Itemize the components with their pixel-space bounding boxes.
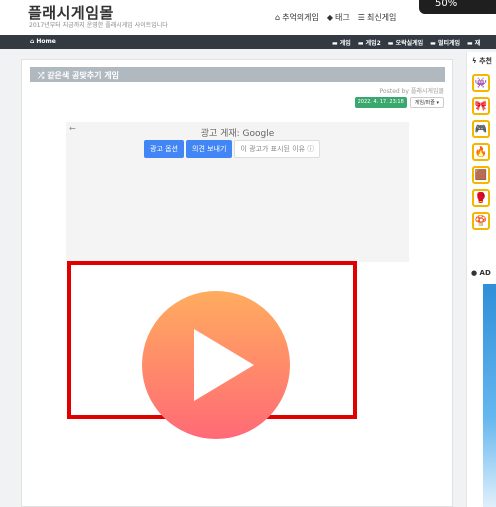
gamepad-game-icon[interactable]: 🎮 [472, 120, 490, 138]
mario-game-icon[interactable]: 🍄 [472, 212, 490, 230]
posted-by: Posted by 플래시게임몰 [379, 88, 444, 95]
sidebar-ad-heading: ● AD [471, 269, 491, 277]
nav-item-classic[interactable]: ⌂ 추억의게임 [275, 12, 319, 23]
pacman-game-icon[interactable]: 👾 [472, 74, 490, 92]
list-icon: ☰ [357, 13, 365, 22]
category-select[interactable]: 게임/퍼즐 ▾ [409, 97, 444, 108]
folder-icon: ▬ [387, 40, 396, 47]
folder-icon: ▬ [332, 40, 340, 47]
site-subtitle: 2017년부터 지금까지 운영한 플래시게임 사이트입니다 [29, 22, 168, 29]
fighter-game-icon[interactable]: 🥊 [472, 189, 490, 207]
post-title[interactable]: ⤮ 같은색 공맞추기 게임 [30, 67, 445, 82]
chat-icon: ● [471, 269, 480, 277]
play-button[interactable] [142, 291, 290, 439]
top-nav: ⌂ 추억의게임 ◆ 태그 ☰ 최신게임 [275, 12, 396, 23]
ad-options-button[interactable]: 광고 옵션 [144, 140, 184, 158]
minecraft-game-icon[interactable]: 🟫 [472, 166, 490, 184]
sidebar-ad-image[interactable] [483, 284, 496, 507]
menu-home[interactable]: ⌂ Home [30, 38, 56, 45]
category-menubar: ⌂ Home ▬ 게임 ▬ 게임2 ▬ 오락실게임 ▬ 멀티게임 ▬ 재 [0, 35, 496, 49]
folder-icon: ▬ [467, 40, 475, 47]
tag-icon: ◆ [326, 13, 334, 22]
ad-label: 광고 게재: Google [200, 129, 275, 139]
home-icon: ⌂ [275, 13, 281, 22]
menu-item[interactable]: ▬ 게임2 [358, 38, 381, 47]
nav-item-latest[interactable]: ☰ 최신게임 [358, 12, 397, 23]
menu-item[interactable]: ▬ 재 [467, 38, 480, 47]
folder-icon: ▬ [357, 40, 366, 47]
cute-game-icon[interactable]: 🎀 [472, 97, 490, 115]
post-meta: 2022. 4. 17. 23:18 게임/퍼즐 ▾ [354, 97, 444, 108]
ad-why-button[interactable]: 이 광고가 표시된 이유 ⓘ [234, 140, 321, 158]
fire-water-game-icon[interactable]: 🔥 [472, 143, 490, 161]
folder-icon: ▬ [430, 40, 438, 47]
menu-item[interactable]: ▬ 게임 [332, 38, 351, 47]
ad-buttons: 광고 옵션 의견 보내기 이 광고가 표시된 이유 ⓘ [144, 140, 321, 158]
google-ad: ← 광고 게재: Google 광고 옵션 의견 보내기 이 광고가 표시된 이… [66, 122, 409, 262]
play-icon [194, 329, 254, 401]
sidebar-ad: ● AD [466, 266, 496, 507]
chevron-down-icon: ▾ [436, 100, 439, 106]
recommended-games: 👾 🎀 🎮 🔥 🟫 🥊 🍄 [472, 74, 490, 230]
nav-item-tags[interactable]: ◆ 태그 [327, 12, 350, 23]
menu-item[interactable]: ▬ 멀티게임 [430, 38, 460, 47]
sidebar-heading: ϟ 추천 [472, 57, 492, 65]
ad-feedback-button[interactable]: 의견 보내기 [186, 140, 233, 158]
zoom-overlay: 50% [419, 0, 496, 14]
bolt-icon: ϟ [472, 57, 480, 65]
shuffle-icon: ⤮ [38, 71, 48, 80]
menu-items: ▬ 게임 ▬ 게임2 ▬ 오락실게임 ▬ 멀티게임 ▬ 재 [332, 38, 480, 47]
menu-item[interactable]: ▬ 오락실게임 [388, 38, 423, 47]
date-badge: 2022. 4. 17. 23:18 [354, 97, 407, 108]
